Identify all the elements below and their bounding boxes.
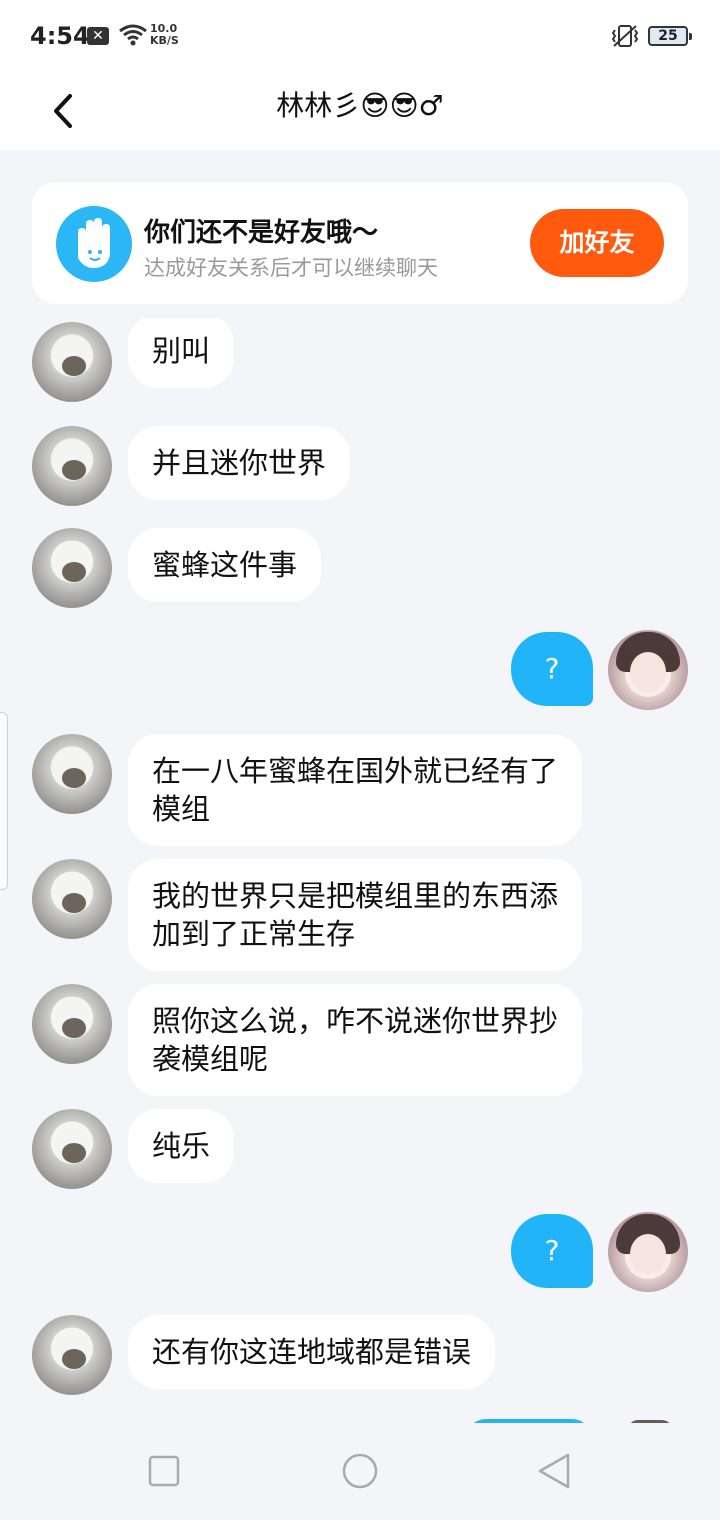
avatar[interactable] [32,528,112,608]
avatar[interactable] [32,322,112,402]
avatar-self[interactable] [608,630,688,710]
network-speed: 10.0 KB/S [150,23,179,47]
battery-icon: 25 [648,26,692,46]
add-friend-button[interactable]: 加好友 [530,209,664,277]
avatar[interactable] [32,1315,112,1395]
avatar[interactable] [32,426,112,506]
system-nav-bar [0,1423,720,1520]
add-friend-banner: 你们还不是好友哦～ 达成好友关系后才可以继续聊天 加好友 [32,182,688,304]
side-drag-handle[interactable] [0,712,8,890]
status-bar: 4:54 ✕ 10.0 KB/S 25 [0,0,720,70]
message-list[interactable]: 别叫 并且迷你世界 蜜蜂这件事 ? 在一八年蜜蜂在国外就已经有了 模组 我的世界… [0,318,720,1423]
message-bubble[interactable]: 我的世界只是把模组里的东西添 加到了正常生存 [128,859,583,971]
banner-title: 你们还不是好友哦～ [144,218,379,248]
recent-apps-icon[interactable] [146,1453,182,1489]
avatar[interactable] [32,1109,112,1189]
wifi-icon [119,24,147,46]
message-bubble[interactable]: 在一八年蜜蜂在国外就已经有了 模组 [128,734,583,846]
message-bubble-self[interactable]: ? [511,632,593,706]
speed-unit: KB/S [150,34,179,47]
message-bubble[interactable]: 别叫 [128,318,235,388]
message-bubble[interactable]: 还有你这连地域都是错误 [128,1315,496,1389]
home-icon[interactable] [340,1453,380,1493]
message-bubble[interactable]: 纯乐 [128,1109,235,1183]
banner-subtitle: 达成好友关系后才可以继续聊天 [144,256,438,280]
message-bubble[interactable]: 照你这么说，咋不说迷你世界抄 袭模组呢 [128,984,583,1096]
chat-header: 林林彡😎😎♂ [0,70,720,150]
close-notification-icon: ✕ [87,27,109,45]
avatar[interactable] [32,859,112,939]
hand-wave-icon [56,206,132,282]
message-bubble-self[interactable]: ? [511,1214,593,1288]
message-bubble[interactable]: 并且迷你世界 [128,426,351,500]
message-bubble[interactable]: 蜜蜂这件事 [128,528,322,602]
back-nav-icon[interactable] [536,1453,574,1491]
status-time: 4:54 [30,22,90,50]
avatar[interactable] [32,984,112,1064]
avatar[interactable] [32,734,112,814]
avatar-self[interactable] [608,1212,688,1292]
chat-title: 林林彡😎😎♂ [276,89,444,122]
vibrate-icon [611,25,639,47]
